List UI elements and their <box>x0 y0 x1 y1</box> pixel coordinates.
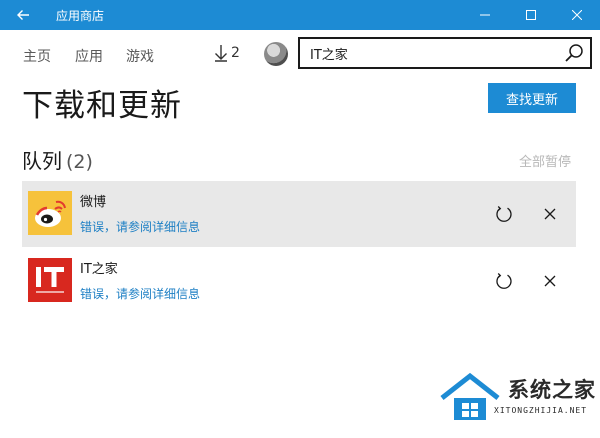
page-title: 下载和更新 <box>22 88 182 124</box>
minimize-icon <box>480 14 490 16</box>
watermark-text: 系统之家 <box>508 378 596 402</box>
search-icon <box>565 44 583 62</box>
queue-item-ithome[interactable]: IT之家 错误，请参阅详细信息 <box>22 248 576 314</box>
download-arrow-icon <box>215 45 227 62</box>
title-bar: 应用商店 <box>0 0 600 30</box>
nav-games[interactable]: 游戏 <box>126 46 154 66</box>
nav-bar: 主页 应用 游戏 2 <box>0 30 600 78</box>
pause-all-button[interactable]: 全部暂停 <box>519 151 571 170</box>
search-box <box>298 37 592 69</box>
close-icon <box>544 275 556 287</box>
error-details-link[interactable]: 错误，请参阅详细信息 <box>80 218 200 235</box>
cancel-download-button[interactable] <box>537 201 563 227</box>
maximize-icon <box>526 10 536 20</box>
cancel-download-button[interactable] <box>537 268 563 294</box>
retry-icon <box>496 206 512 222</box>
error-details-link[interactable]: 错误，请参阅详细信息 <box>80 285 200 302</box>
retry-icon <box>496 273 512 289</box>
queue-count: (2) <box>66 151 93 173</box>
back-arrow-icon <box>17 10 29 20</box>
check-updates-button[interactable]: 查找更新 <box>488 83 576 113</box>
queue-item-weibo[interactable]: 微博 错误，请参阅详细信息 <box>22 181 576 247</box>
app-name: 微博 <box>80 195 107 210</box>
close-icon <box>572 10 582 20</box>
watermark-logo: 系统之家 XITONGZHIJIA.NET <box>438 370 598 430</box>
avatar[interactable] <box>264 42 288 66</box>
close-icon <box>544 208 556 220</box>
retry-button[interactable] <box>491 201 517 227</box>
close-window-button[interactable] <box>554 0 600 30</box>
window-title: 应用商店 <box>56 8 105 23</box>
weibo-icon <box>28 191 72 235</box>
maximize-button[interactable] <box>508 0 554 30</box>
queue-heading: 队列 (2) <box>22 145 93 174</box>
app-name: IT之家 <box>80 262 118 277</box>
nav-home[interactable]: 主页 <box>23 46 51 66</box>
watermark-url: XITONGZHIJIA.NET <box>494 406 588 415</box>
queue-label: 队列 <box>22 149 62 173</box>
downloads-indicator[interactable]: 2 <box>214 44 240 62</box>
nav-apps[interactable]: 应用 <box>75 46 103 66</box>
house-logo-icon <box>440 372 500 420</box>
ithome-icon <box>28 258 72 302</box>
downloads-count: 2 <box>231 45 240 61</box>
back-button[interactable] <box>0 0 46 30</box>
search-input[interactable] <box>300 39 558 67</box>
search-button[interactable] <box>558 39 590 67</box>
minimize-button[interactable] <box>462 0 508 30</box>
retry-button[interactable] <box>491 268 517 294</box>
